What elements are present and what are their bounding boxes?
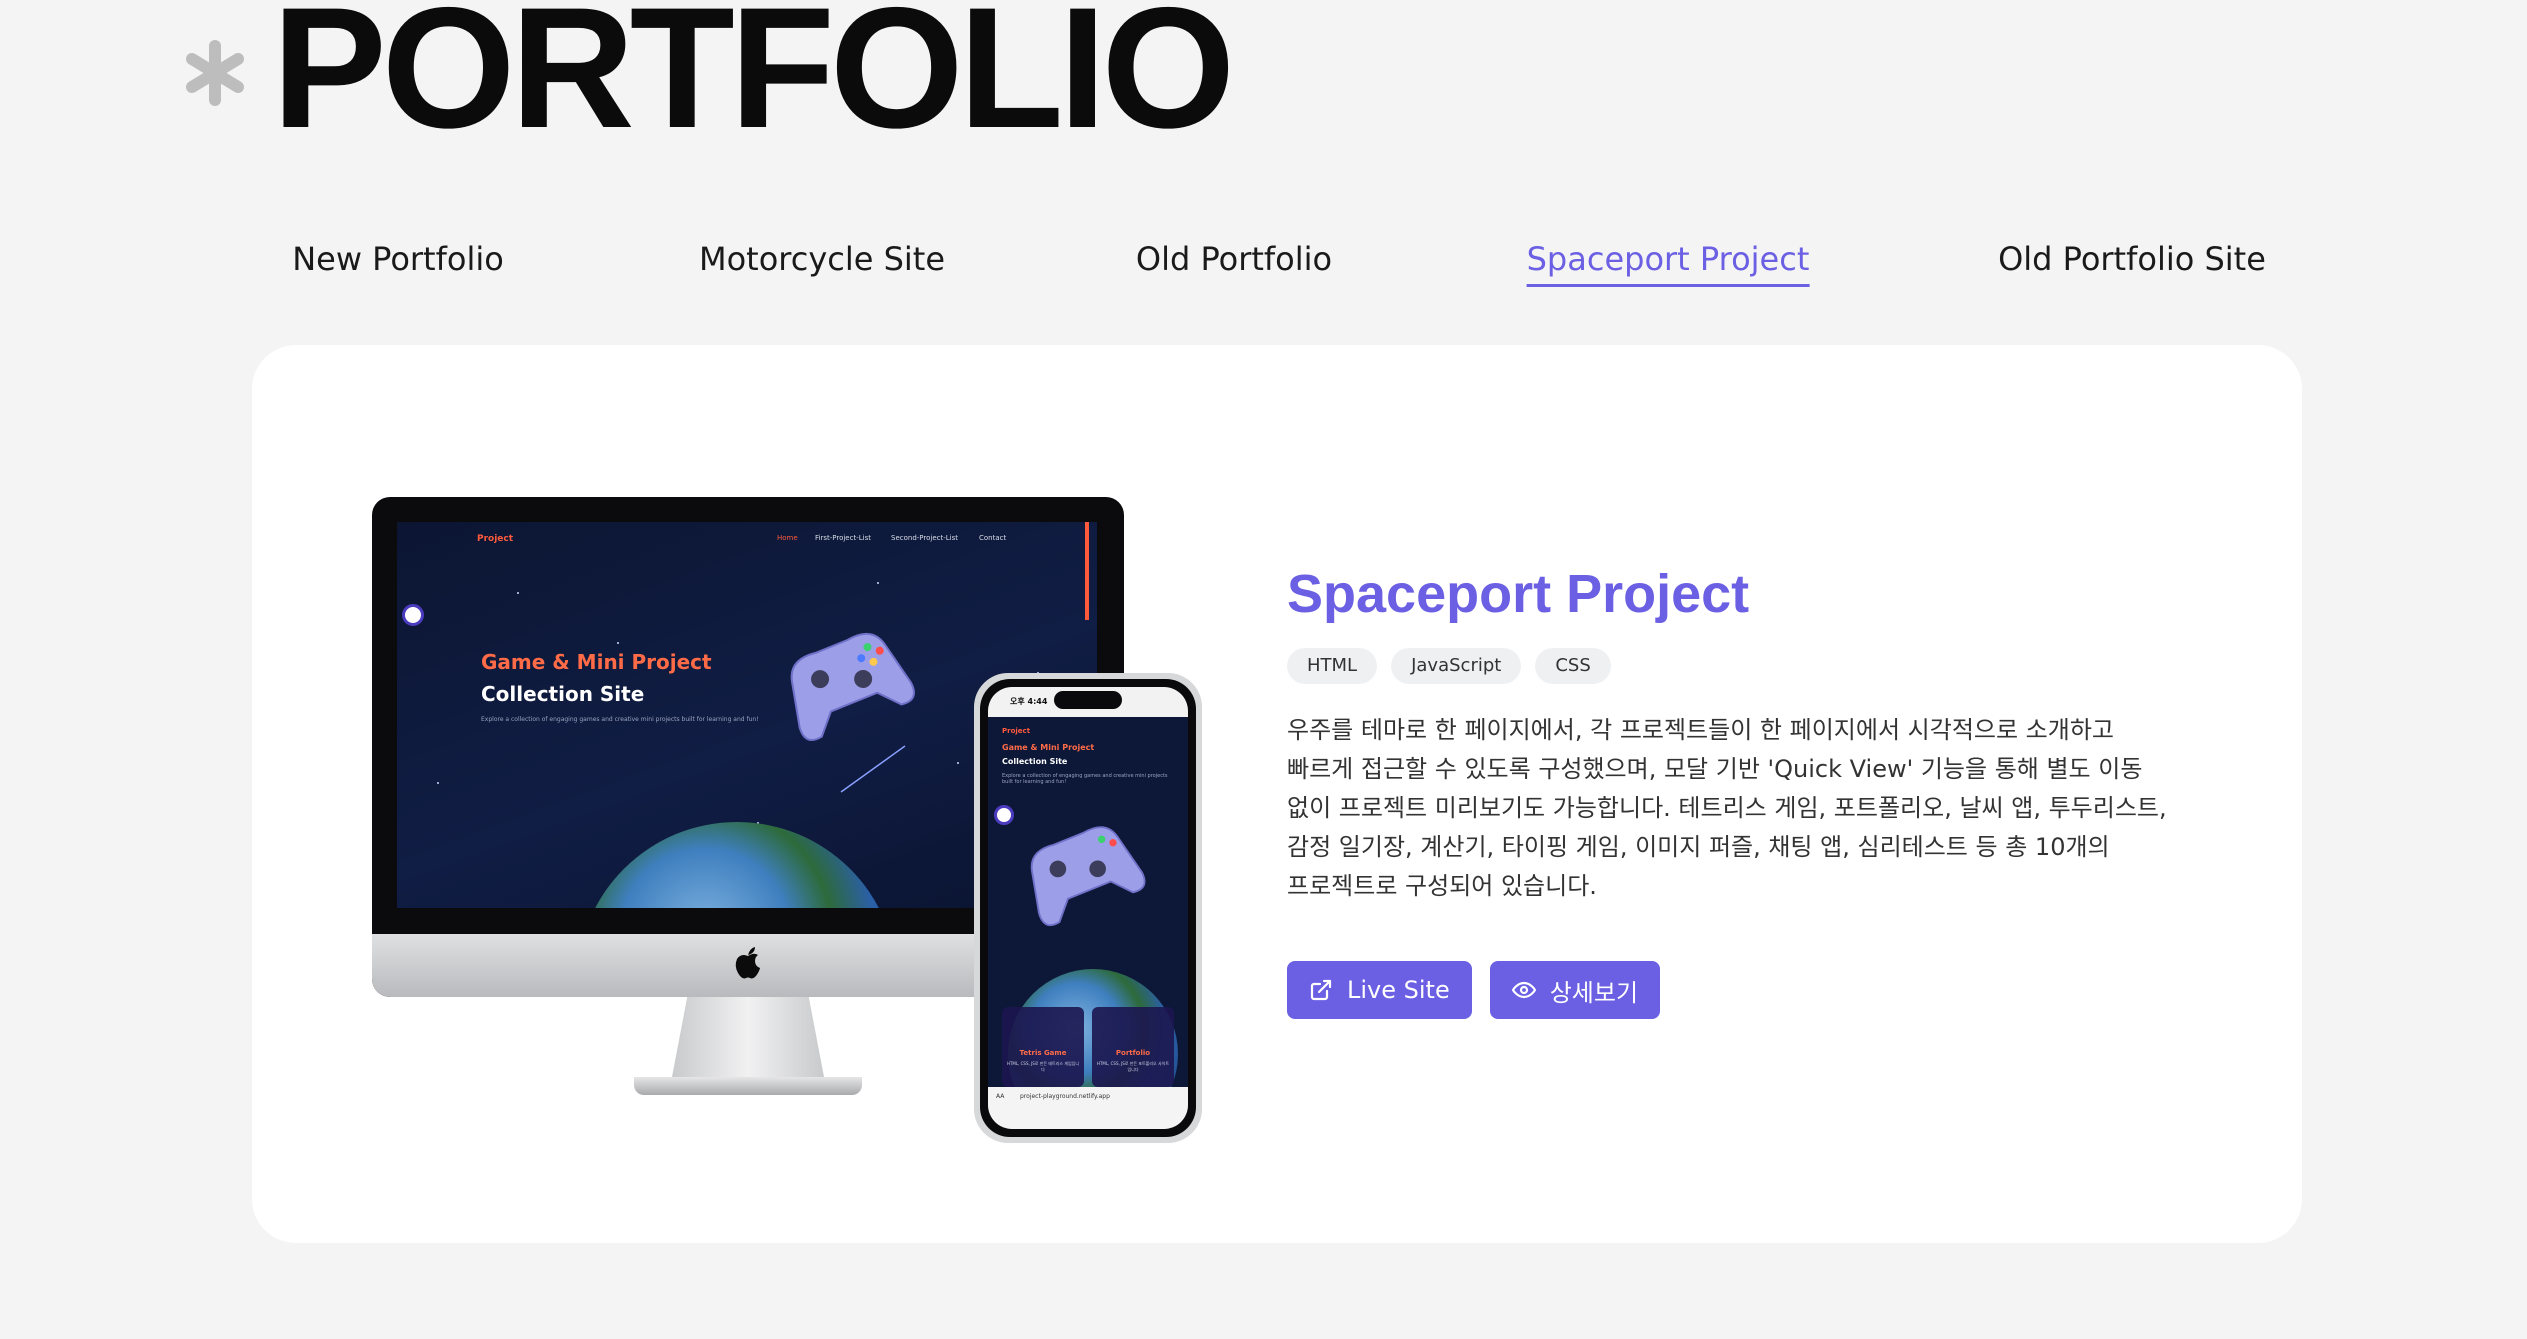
project-card: Project Home First-Project-List Second-P…	[252, 345, 2302, 1243]
external-link-icon	[1310, 979, 1332, 1001]
screen-scroll-indicator	[1085, 522, 1089, 620]
monitor-base	[634, 1077, 862, 1095]
project-actions: Live Site 상세보기	[1287, 961, 1661, 1019]
phone-logo: Project	[1002, 727, 1031, 735]
tab-spaceport-project[interactable]: Spaceport Project	[1526, 240, 1810, 287]
tab-old-portfolio[interactable]: Old Portfolio	[1136, 240, 1332, 284]
project-title: Spaceport Project	[1287, 564, 1750, 624]
tag-javascript: JavaScript	[1391, 648, 1522, 684]
screen-nav-home: Home	[777, 534, 798, 542]
page-title: PORTFOLIO	[272, 0, 1235, 164]
tag-html: HTML	[1287, 648, 1378, 684]
phone-card-title: Portfolio	[1115, 1049, 1151, 1057]
phone-url: project-playground.netlify.app	[1020, 1093, 1110, 1100]
screen-heading-2: Collection Site	[481, 682, 645, 706]
project-description: 우주를 테마로 한 페이지에서, 각 프로젝트들이 한 페이지에서 시각적으로 …	[1287, 716, 2167, 900]
apple-logo-icon	[735, 947, 760, 979]
screen-nav-first: First-Project-List	[815, 534, 871, 542]
earth-image	[577, 822, 897, 908]
live-site-label: Live Site	[1347, 976, 1450, 1004]
phone-aa-label: AA	[996, 1093, 1005, 1100]
mobile-screenshot: 오후 4:44 Project Game & Mini Project Coll…	[988, 687, 1188, 1129]
gamepad-image	[790, 632, 915, 742]
screen-logo: Project	[477, 534, 514, 544]
phone-browser-bar: AA project-playground.netlify.app	[988, 1087, 1188, 1129]
phone-status-time: 오후 4:44	[1010, 697, 1048, 706]
phone-project-card: Portfolio HTML, CSS, JS로 만든 포트폴리오 사이트입니다	[1092, 1007, 1174, 1087]
asterisk-icon	[186, 40, 244, 106]
mobile-mockup: 오후 4:44 Project Game & Mini Project Coll…	[974, 673, 1202, 1143]
tab-motorcycle-site[interactable]: Motorcycle Site	[699, 240, 945, 284]
portfolio-tabs: New Portfolio Motorcycle Site Old Portfo…	[0, 240, 2527, 300]
phone-project-card: Tetris Game HTML, CSS, JS로 만든 테트리스 게임입니다	[1002, 1007, 1084, 1087]
screen-subtitle: Explore a collection of engaging games a…	[481, 716, 759, 723]
eye-icon	[1511, 981, 1536, 999]
phone-card-title: Tetris Game	[1019, 1049, 1067, 1057]
screen-heading-1: Game & Mini Project	[481, 650, 712, 674]
phone-gamepad-image	[1030, 826, 1146, 927]
live-site-button[interactable]: Live Site	[1287, 961, 1472, 1019]
details-button[interactable]: 상세보기	[1489, 961, 1661, 1019]
page-header: PORTFOLIO	[0, 0, 2527, 160]
phone-card-desc: HTML, CSS, JS로 만든 테트리스 게임입니다	[1006, 1061, 1080, 1072]
phone-heading-2: Collection Site	[1002, 757, 1068, 766]
tab-old-portfolio-site[interactable]: Old Portfolio Site	[1998, 240, 2266, 284]
phone-card-desc: HTML, CSS, JS로 만든 포트폴리오 사이트입니다	[1096, 1061, 1170, 1072]
phone-subtitle: Explore a collection of engaging games a…	[1002, 773, 1168, 785]
tab-new-portfolio[interactable]: New Portfolio	[292, 240, 504, 284]
details-label: 상세보기	[1549, 978, 1639, 1007]
monitor-stand	[672, 997, 824, 1077]
tag-css: CSS	[1535, 648, 1611, 684]
tech-tags: HTML JavaScript CSS	[1287, 648, 1611, 684]
screen-nav-contact: Contact	[979, 534, 1007, 542]
phone-heading-1: Game & Mini Project	[1002, 743, 1095, 752]
phone-notch	[1054, 691, 1122, 709]
comet-icon	[840, 745, 906, 793]
screen-cursor-dot	[402, 604, 424, 626]
screen-nav-second: Second-Project-List	[891, 534, 958, 542]
